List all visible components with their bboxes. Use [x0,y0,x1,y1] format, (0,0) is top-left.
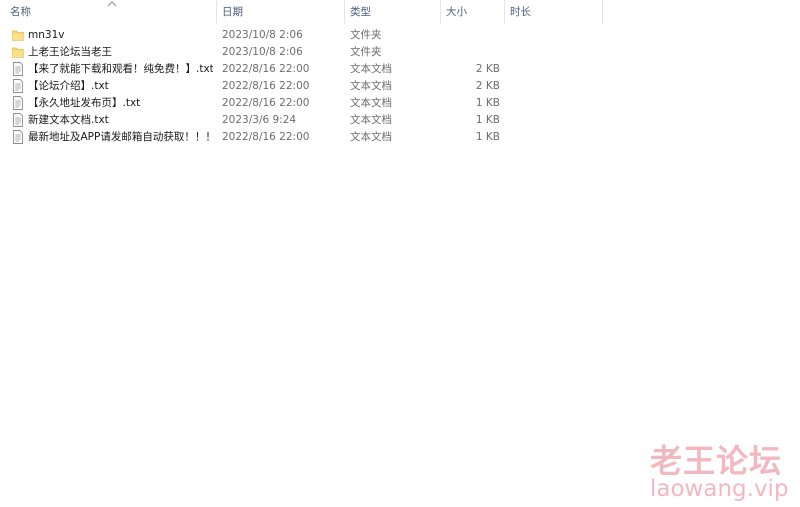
file-row[interactable]: 【论坛介绍】.txt 2022/8/16 22:00 文本文档 2 KB [0,78,605,95]
file-row[interactable]: 【永久地址发布页】.txt 2022/8/16 22:00 文本文档 1 KB [0,95,605,112]
file-list: mn31v 2023/10/8 2:06 文件夹 上老王论坛当老王 2023/10/8 … [0,27,800,146]
file-size: 2 KB [475,63,500,75]
file-row[interactable]: 【来了就能下载和观看！纯免费！】.txt 2022/8/16 22:00 文本文档 2… [0,61,605,78]
file-date: 2022/8/16 22:00 [222,63,310,75]
file-name: 【来了就能下载和观看！纯免费！】.txt [28,63,213,75]
chevron-up-icon [107,1,117,7]
column-divider[interactable] [504,0,505,24]
file-name: 最新地址及APP请发邮箱自动获取！！！.... [28,131,213,143]
column-header-row: 名称 日期 类型 大小 时长 [0,0,800,24]
file-date: 2022/8/16 22:00 [222,97,310,109]
file-type: 文件夹 [350,29,382,41]
column-header-date[interactable]: 日期 [218,0,344,24]
file-size [445,44,500,61]
file-type: 文本文档 [350,131,392,143]
file-row[interactable]: 新建文本文档.txt 2023/3/6 9:24 文本文档 1 KB [0,112,605,129]
file-type: 文本文档 [350,114,392,126]
file-name: 新建文本文档.txt [28,114,109,126]
file-name: 【永久地址发布页】.txt [28,97,141,109]
text-file-icon [12,96,24,110]
file-name: 上老王论坛当老王 [28,46,112,58]
file-row[interactable]: 最新地址及APP请发邮箱自动获取！！！.... 2022/8/16 22:00 文本… [0,129,605,146]
file-type: 文本文档 [350,80,392,92]
file-size: 1 KB [475,114,500,126]
folder-icon [12,45,24,59]
text-file-icon [12,130,24,144]
text-file-icon [12,62,24,76]
file-explorer: 名称 日期 类型 大小 时长 mn31v 2023/10/8 2:06 文件夹 上老王… [0,0,800,507]
column-divider[interactable] [602,0,603,24]
folder-icon [12,28,24,42]
file-name: mn31v [28,29,65,41]
column-header-duration[interactable]: 时长 [506,0,602,24]
column-header-size[interactable]: 大小 [442,0,504,24]
file-type: 文本文档 [350,97,392,109]
watermark-url: laowang.vip [650,476,789,502]
file-size: 2 KB [475,80,500,92]
column-divider[interactable] [344,0,345,24]
text-file-icon [12,113,24,127]
file-row[interactable]: 上老王论坛当老王 2023/10/8 2:06 文件夹 [0,44,605,61]
file-name: 【论坛介绍】.txt [28,80,109,92]
file-date: 2023/10/8 2:06 [222,46,303,58]
file-size: 1 KB [475,131,500,143]
file-size: 1 KB [475,97,500,109]
file-row[interactable]: mn31v 2023/10/8 2:06 文件夹 [0,27,605,44]
column-header-type[interactable]: 类型 [346,0,440,24]
column-divider[interactable] [440,0,441,24]
file-date: 2022/8/16 22:00 [222,80,310,92]
file-date: 2023/3/6 9:24 [222,114,297,126]
file-type: 文件夹 [350,46,382,58]
file-date: 2023/10/8 2:06 [222,29,303,41]
column-divider[interactable] [216,0,217,24]
file-date: 2022/8/16 22:00 [222,131,310,143]
text-file-icon [12,79,24,93]
file-type: 文本文档 [350,63,392,75]
file-size [445,27,500,44]
